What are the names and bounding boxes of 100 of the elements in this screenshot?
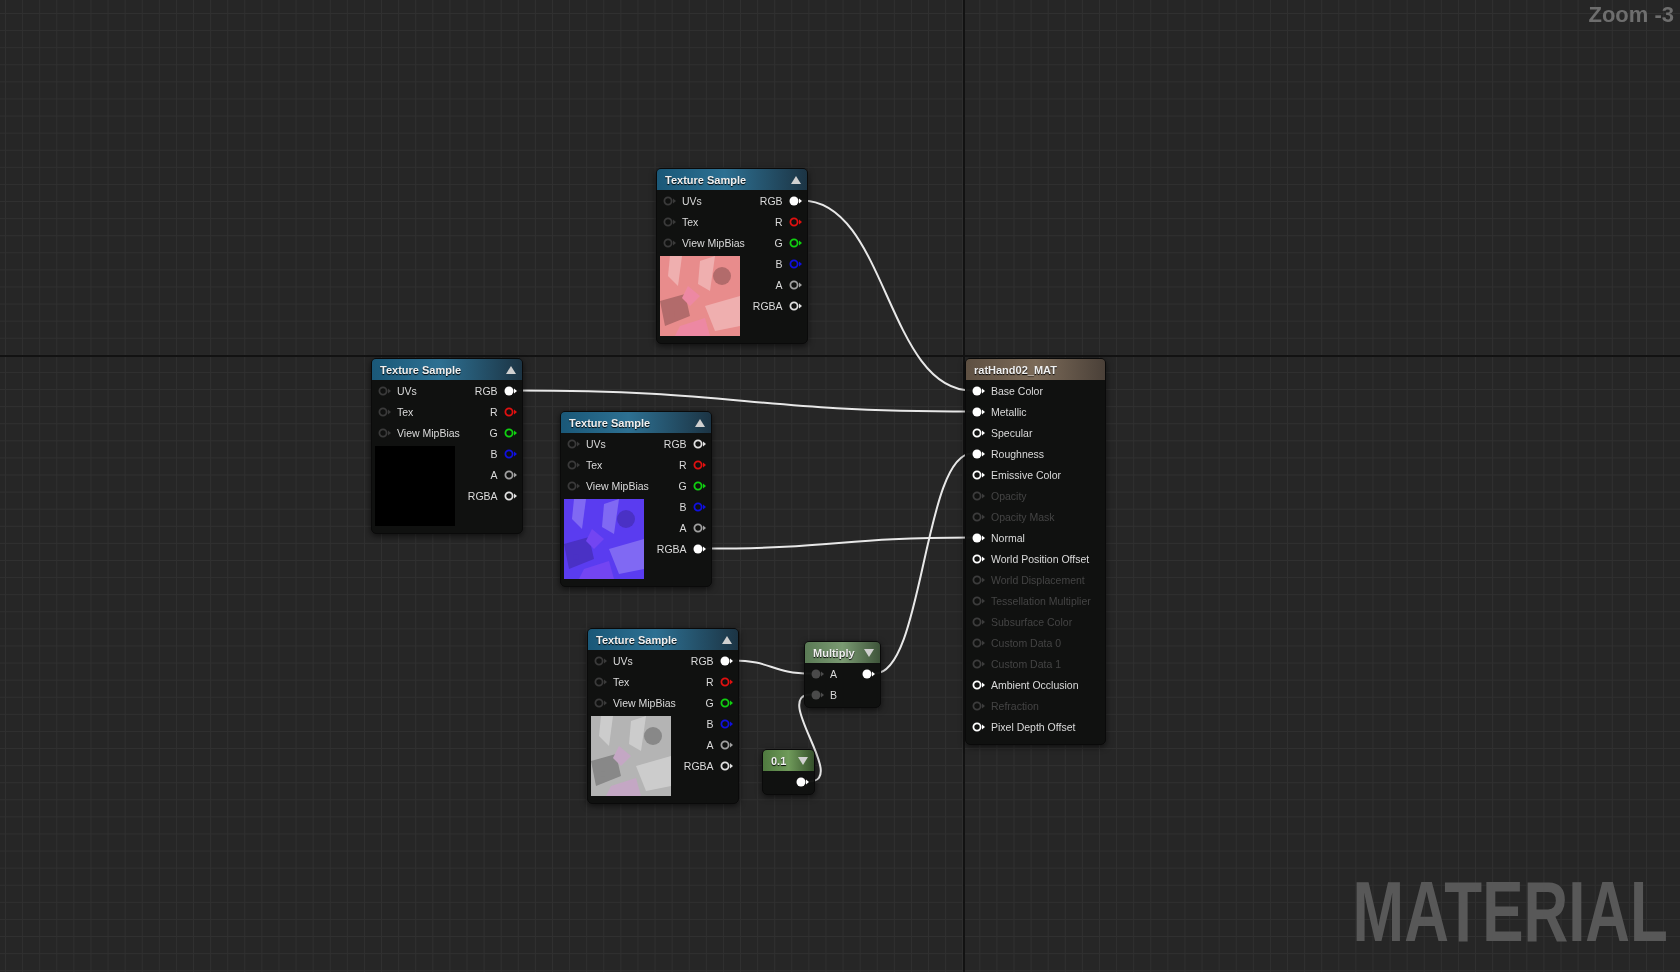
pin-label: UVs <box>613 654 633 667</box>
pin-icon[interactable] <box>972 679 985 690</box>
node-title: Texture Sample <box>569 416 651 429</box>
pin-label: R <box>706 675 714 688</box>
pin-label: View MipBias <box>586 479 649 492</box>
pin-label: R <box>775 215 783 228</box>
pin-label: Tex <box>397 405 414 418</box>
pin-icon[interactable] <box>788 300 802 311</box>
pin-label: Normal <box>991 531 1025 544</box>
pin-icon[interactable] <box>972 469 985 480</box>
pin-icon[interactable] <box>503 469 517 480</box>
pin-icon[interactable] <box>788 237 802 248</box>
pin-label: Pixel Depth Offset <box>991 720 1076 733</box>
pin-label: RGBA <box>752 299 783 312</box>
node-header[interactable]: 0.1 <box>763 750 814 771</box>
pin-label: G <box>678 479 687 492</box>
node-header[interactable]: Texture Sample <box>561 412 711 433</box>
pin-icon[interactable] <box>788 279 802 290</box>
node-title: Multiply <box>813 646 855 659</box>
node-header[interactable]: Multiply <box>805 642 880 663</box>
pin-icon[interactable] <box>503 490 517 501</box>
pin-icon[interactable] <box>788 195 802 206</box>
collapse-arrow-icon[interactable] <box>790 175 801 184</box>
node-header[interactable]: Texture Sample <box>372 359 522 380</box>
node-card[interactable]: Texture Sample UVs Tex View MipBias RGB R G B A RGBA <box>560 411 712 587</box>
pin-label: B <box>490 447 498 460</box>
pin-label: Roughness <box>991 447 1045 460</box>
node-header[interactable]: Texture Sample <box>588 629 738 650</box>
pin-label: G <box>774 236 783 249</box>
collapse-arrow-icon[interactable] <box>721 635 732 644</box>
expand-arrow-icon[interactable] <box>798 756 808 765</box>
pin-label: World Position Offset <box>991 552 1090 565</box>
pin-label: R <box>490 405 498 418</box>
pin-label: Tex <box>586 458 603 471</box>
pin-icon[interactable] <box>972 721 985 732</box>
pin-icon[interactable] <box>503 427 517 438</box>
pin-label: RGB <box>690 654 714 667</box>
pin-label: View MipBias <box>397 426 460 439</box>
pin-label: RGB <box>663 437 687 450</box>
pin-label: RGBA <box>467 489 498 502</box>
pin-label: A <box>775 278 783 291</box>
expand-arrow-icon[interactable] <box>864 648 874 657</box>
pin-icon[interactable] <box>972 385 985 396</box>
zoom-label: Zoom -3 <box>1588 2 1674 28</box>
node-card[interactable]: Texture Sample UVs Tex View MipBias RGB R G B A RGBA <box>371 358 523 534</box>
node-card[interactable]: 0.1 <box>762 749 815 795</box>
pin-label: UVs <box>586 437 606 450</box>
node-header[interactable]: ratHand02_MAT <box>966 359 1105 380</box>
pin-icon[interactable] <box>503 385 517 396</box>
pin-label: G <box>489 426 498 439</box>
node-card[interactable] <box>965 358 1106 745</box>
pin-label: View MipBias <box>613 696 676 709</box>
pin-label: RGBA <box>656 542 687 555</box>
pin-label: UVs <box>682 194 702 207</box>
pin-label: R <box>679 458 687 471</box>
pin-label: B <box>830 688 837 701</box>
node-header[interactable]: Texture Sample <box>657 169 807 190</box>
node-card[interactable]: Multiply A B <box>804 641 881 708</box>
pin-icon[interactable] <box>972 406 985 417</box>
collapse-arrow-icon[interactable] <box>694 418 705 427</box>
pin-icon[interactable] <box>796 776 809 787</box>
pin-icon[interactable] <box>692 480 706 491</box>
pin-label: RGB <box>759 194 783 207</box>
pin-label: A <box>830 667 837 680</box>
node-title: Texture Sample <box>380 363 462 376</box>
pin-icon[interactable] <box>972 448 985 459</box>
pin-icon[interactable] <box>719 760 733 771</box>
node-title: Texture Sample <box>665 173 747 186</box>
pin-icon[interactable] <box>719 697 733 708</box>
pin-label: Emissive Color <box>991 468 1061 481</box>
node-title: ratHand02_MAT <box>974 363 1057 376</box>
pin-icon[interactable] <box>972 532 985 543</box>
pin-label: A <box>706 738 714 751</box>
collapse-arrow-icon[interactable] <box>505 365 516 374</box>
pin-label: G <box>705 696 714 709</box>
pin-label: Base Color <box>991 384 1043 397</box>
node-title: Texture Sample <box>596 633 678 646</box>
pin-label: Tex <box>613 675 630 688</box>
pin-label: RGBA <box>683 759 714 772</box>
pin-icon[interactable] <box>972 553 985 564</box>
node-card[interactable]: Texture Sample UVs Tex View MipBias RGB R G B A RGBA <box>587 628 739 804</box>
pin-label: UVs <box>397 384 417 397</box>
pin-label: Tex <box>682 215 699 228</box>
pin-icon[interactable] <box>692 438 706 449</box>
pin-label: View MipBias <box>682 236 745 249</box>
node-card[interactable]: Texture Sample UVs Tex View MipBias RGB R G B A RGBA <box>656 168 808 344</box>
pin-icon[interactable] <box>972 427 985 438</box>
pin-label: Specular <box>991 426 1033 439</box>
pin-label: A <box>490 468 498 481</box>
pin-label: Metallic <box>991 405 1027 418</box>
pin-icon[interactable] <box>862 668 875 679</box>
pin-icon[interactable] <box>719 739 733 750</box>
pin-label: B <box>679 500 687 513</box>
pin-icon[interactable] <box>692 543 706 554</box>
pin-label: B <box>706 717 714 730</box>
pin-icon[interactable] <box>692 522 706 533</box>
pin-label: B <box>775 257 783 270</box>
pin-label: Ambient Occlusion <box>991 678 1079 691</box>
node-title: 0.1 <box>771 754 787 767</box>
pin-icon[interactable] <box>719 655 733 666</box>
